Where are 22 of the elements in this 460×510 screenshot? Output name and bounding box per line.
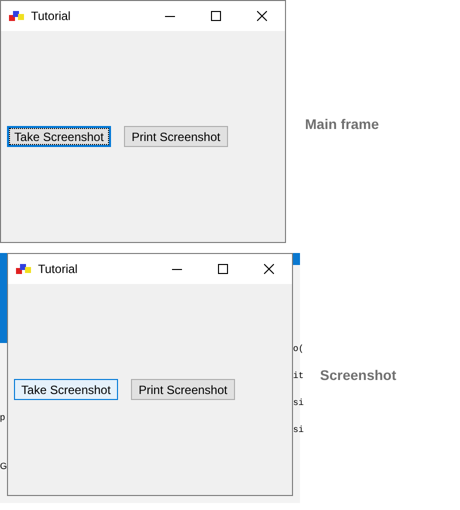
background-text: si [293, 399, 304, 408]
close-icon [264, 264, 274, 274]
window-button[interactable]: Print Screenshot [124, 126, 228, 147]
window-button[interactable]: Print Screenshot [131, 379, 235, 400]
app-icon [16, 263, 32, 275]
caption: Screenshot [320, 366, 396, 385]
caption: Main frame [305, 115, 379, 134]
window-title: Tutorial [31, 8, 71, 25]
app-icon [9, 10, 25, 22]
close-icon [257, 11, 267, 21]
maximize-icon [218, 264, 228, 274]
window-button[interactable]: Take Screenshot [14, 379, 118, 400]
background-text: it [293, 372, 304, 381]
background-text: o( [293, 345, 304, 354]
background-text: G [0, 462, 8, 471]
background-strip [293, 253, 300, 265]
background-text: si [293, 426, 304, 435]
background-text: p [0, 413, 6, 422]
maximize-icon [211, 11, 221, 21]
minimize-icon [172, 268, 182, 270]
window-button[interactable]: Take Screenshot [7, 126, 111, 147]
window-title: Tutorial [38, 261, 78, 278]
